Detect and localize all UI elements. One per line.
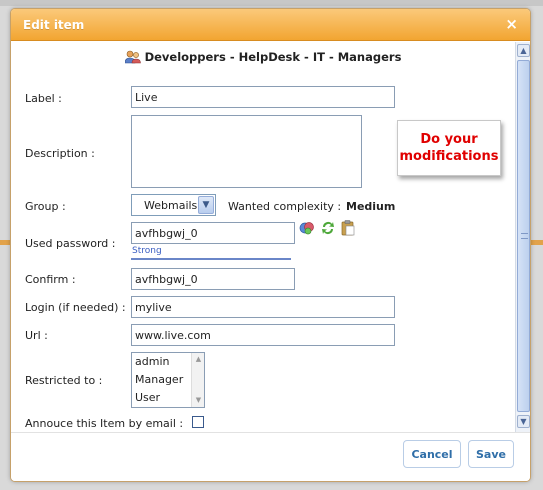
login-input[interactable]: [131, 296, 395, 318]
scrollbar-grip: [521, 233, 528, 239]
close-icon[interactable]: ×: [505, 17, 518, 32]
used-password-caption: Used password :: [25, 237, 116, 250]
scrollbar-thumb[interactable]: [517, 60, 530, 412]
restricted-caption: Restricted to :: [25, 374, 103, 387]
restricted-listbox[interactable]: admin Manager User ▲ ▼: [131, 352, 205, 408]
complexity-value: Medium: [346, 200, 396, 213]
callout-line-1: Do your: [420, 132, 478, 147]
edit-item-dialog: Edit item × Developpers - HelpDesk - IT …: [10, 8, 531, 482]
clipboard-icon[interactable]: [341, 220, 355, 239]
scroll-up-icon[interactable]: ▲: [193, 354, 204, 365]
callout-line-2: modifications: [399, 149, 499, 164]
save-button[interactable]: Save: [468, 440, 514, 468]
complexity-caption: Wanted complexity :: [228, 200, 342, 213]
generate-password-icon[interactable]: [299, 221, 315, 238]
description-caption: Description :: [25, 147, 95, 160]
background-page-strip: [0, 0, 543, 6]
dialog-title: Edit item: [23, 17, 85, 32]
announce-caption: Annouce this Item by email :: [25, 417, 184, 430]
url-input[interactable]: [131, 324, 395, 346]
group-select[interactable]: Webmails ▼: [131, 194, 216, 216]
scroll-down-icon[interactable]: ▼: [517, 415, 530, 428]
background-page-accent-2: [0, 240, 10, 245]
password-input[interactable]: [131, 222, 295, 244]
background-page-accent: [531, 240, 543, 245]
dialog-titlebar[interactable]: Edit item ×: [11, 9, 530, 41]
label-input[interactable]: [131, 86, 395, 108]
dialog-footer: Cancel Save: [11, 432, 530, 481]
password-strength-bar: [131, 258, 291, 260]
password-strength-label: Strong: [132, 246, 162, 256]
scroll-up-icon[interactable]: ▲: [517, 44, 530, 57]
dialog-content: Developpers - HelpDesk - IT - Managers L…: [11, 42, 515, 432]
dialog-scrollbar[interactable]: ▲ ▼: [515, 42, 530, 432]
login-caption: Login (if needed) :: [25, 301, 126, 314]
scroll-down-icon[interactable]: ▼: [193, 395, 204, 406]
password-tools: [299, 220, 355, 239]
label-caption: Label :: [25, 92, 62, 105]
folder-path-header: Developpers - HelpDesk - IT - Managers: [11, 50, 515, 64]
confirm-caption: Confirm :: [25, 273, 76, 286]
chevron-down-icon[interactable]: ▼: [198, 196, 214, 214]
url-caption: Url :: [25, 329, 48, 342]
modifications-callout: Do your modifications: [397, 120, 501, 176]
users-icon: [124, 50, 141, 64]
folder-path-text: Developpers - HelpDesk - IT - Managers: [144, 50, 402, 64]
group-caption: Group :: [25, 200, 66, 213]
confirm-password-input[interactable]: [131, 268, 295, 290]
listbox-scrollbar[interactable]: ▲ ▼: [191, 353, 204, 407]
announce-checkbox[interactable]: [192, 416, 204, 428]
description-textarea[interactable]: [131, 115, 362, 188]
group-selected-value: Webmails: [144, 198, 198, 212]
cancel-button[interactable]: Cancel: [403, 440, 461, 468]
refresh-icon[interactable]: [320, 220, 336, 239]
